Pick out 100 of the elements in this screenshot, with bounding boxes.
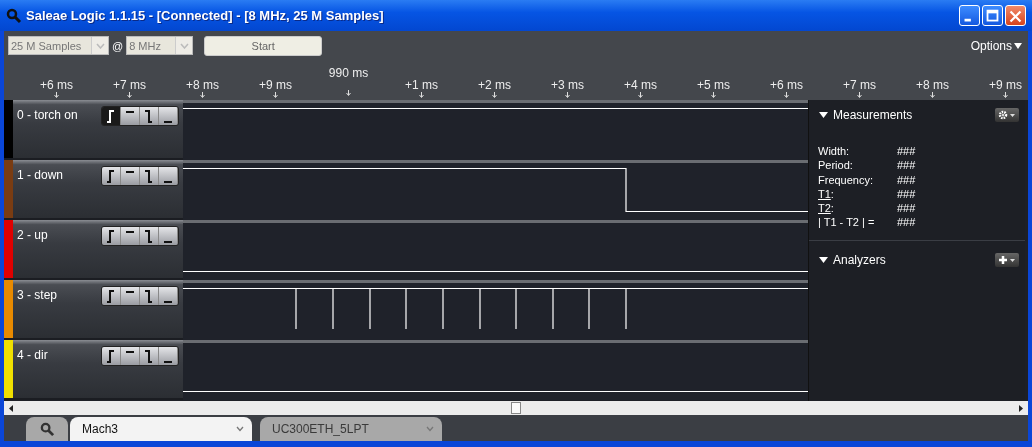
trigger-button[interactable] [102, 167, 121, 185]
caret-down-icon [1014, 42, 1022, 49]
chevron-down-icon [95, 42, 105, 49]
trigger-button[interactable] [159, 287, 178, 305]
high-level-icon [125, 170, 135, 173]
rate-dropdown[interactable]: 8 MHz [126, 36, 194, 55]
time-label: +6 ms [40, 78, 73, 92]
falling-edge-icon [144, 109, 153, 123]
trigger-button[interactable] [140, 287, 159, 305]
analyzers-header: Analyzers [833, 252, 886, 267]
horizontal-scrollbar[interactable] [4, 401, 1028, 415]
search-tab[interactable] [26, 417, 68, 441]
low-level-icon [163, 180, 173, 183]
trigger-button[interactable] [121, 347, 140, 365]
collapse-triangle-icon[interactable] [819, 256, 828, 263]
tick-arrow-icon [857, 92, 862, 98]
session-tab[interactable]: Mach3 [70, 417, 252, 441]
trigger-button[interactable] [121, 167, 140, 185]
trigger-button[interactable] [140, 167, 159, 185]
trigger-button[interactable] [121, 107, 140, 125]
samples-dropdown[interactable]: 25 M Samples [8, 36, 109, 55]
time-label: +5 ms [697, 78, 730, 92]
trigger-button[interactable] [140, 227, 159, 245]
falling-edge-icon [144, 229, 153, 243]
plus-caret-icon [997, 254, 1017, 265]
tick-arrow-icon [565, 92, 570, 98]
rising-edge-icon [106, 109, 115, 123]
falling-edge-icon [144, 169, 153, 183]
high-level-icon [125, 350, 135, 353]
window-title: Saleae Logic 1.1.15 - [Connected] - [8 MHz, 25 M Samples] [26, 8, 384, 23]
chevron-down-icon [236, 426, 244, 432]
trigger-button[interactable] [159, 107, 178, 125]
close-button[interactable] [1005, 5, 1026, 26]
trigger-button[interactable] [159, 227, 178, 245]
time-label: +8 ms [186, 78, 219, 92]
measurement-value: ### [897, 201, 916, 216]
tick-arrow-icon [127, 92, 132, 98]
rising-edge-icon [106, 169, 115, 183]
scroll-right-icon[interactable] [1018, 404, 1023, 412]
time-label: +7 ms [843, 78, 876, 92]
scroll-thumb[interactable] [511, 402, 521, 414]
measurement-value: ### [897, 144, 916, 159]
options-menu[interactable]: Options [968, 38, 1024, 53]
measurement-value: ### [897, 158, 916, 173]
trigger-button[interactable] [121, 287, 140, 305]
measurement-colon: : [830, 187, 834, 200]
low-level-icon [163, 360, 173, 363]
low-level-icon [163, 300, 173, 303]
high-level-icon [125, 110, 135, 113]
channel-name: 1 - down [17, 168, 65, 184]
trigger-button[interactable] [140, 347, 159, 365]
trigger-button[interactable] [121, 227, 140, 245]
measurement-value: ### [897, 215, 916, 230]
search-icon [39, 421, 55, 437]
trigger-button[interactable] [102, 347, 121, 365]
minimize-icon [964, 18, 971, 22]
measurement-link[interactable]: T1 [818, 187, 831, 200]
measurement-label: Frequency: [818, 173, 874, 186]
at-label: @ [112, 39, 124, 52]
measurement-label: Width: [818, 145, 850, 157]
tick-arrow-icon [930, 92, 935, 98]
time-label: +6 ms [770, 78, 803, 92]
measurement-value: ### [897, 186, 916, 202]
settings-button[interactable] [995, 108, 1019, 122]
low-level-icon [163, 240, 173, 243]
trigger-button[interactable] [159, 347, 178, 365]
trigger-button[interactable] [102, 287, 121, 305]
tick-arrow-icon [419, 92, 424, 98]
tick-arrow-icon [54, 92, 59, 98]
tick-arrow-icon [638, 92, 643, 98]
scroll-left-icon[interactable] [9, 404, 14, 412]
minimize-button[interactable] [959, 5, 980, 26]
tick-arrow-icon [711, 92, 716, 98]
trigger-button[interactable] [102, 107, 121, 125]
tick-arrow-icon [492, 92, 497, 98]
measurement-link[interactable]: T2 [818, 202, 831, 215]
session-tab[interactable]: UC300ETH_5LPT [260, 417, 442, 441]
high-level-icon [125, 290, 135, 293]
measurement-label: | T1 - T2 | = [818, 216, 875, 229]
trigger-button[interactable] [140, 107, 159, 125]
rising-edge-icon [106, 289, 115, 303]
trigger-button[interactable] [159, 167, 178, 185]
falling-edge-icon [144, 289, 153, 303]
high-level-icon [125, 230, 135, 233]
start-button[interactable]: Start [204, 35, 323, 56]
time-label: +3 ms [551, 78, 584, 92]
time-label: +4 ms [624, 78, 657, 92]
measurement-label: Period: [818, 159, 853, 172]
maximize-button[interactable] [982, 5, 1003, 26]
chevron-down-icon [179, 42, 189, 49]
tick-arrow-icon [1003, 92, 1008, 98]
add-analyzer-button[interactable] [995, 252, 1019, 267]
gear-caret-icon [997, 110, 1017, 120]
rising-edge-icon [106, 349, 115, 363]
measurement-colon: : [830, 202, 834, 215]
measurements-header: Measurements [833, 108, 913, 122]
collapse-triangle-icon[interactable] [819, 112, 828, 118]
time-label: +7 ms [113, 78, 146, 92]
trigger-button[interactable] [102, 227, 121, 245]
tick-arrow-icon [273, 92, 278, 98]
